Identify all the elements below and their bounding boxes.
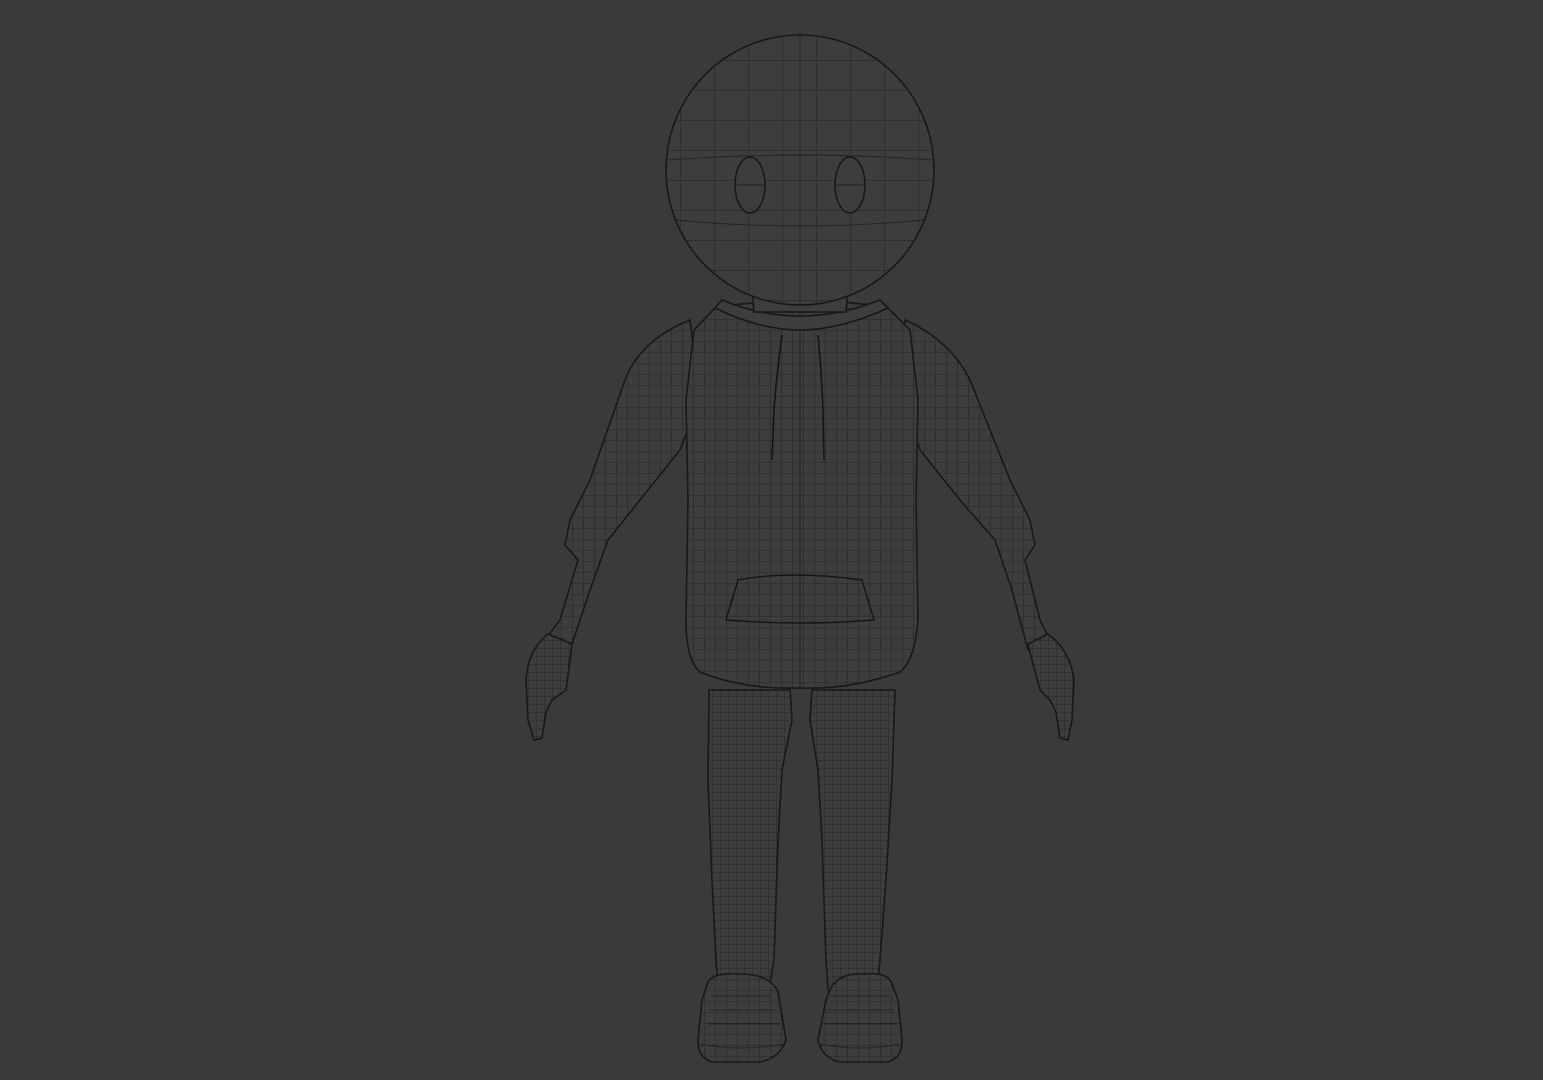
- right-arm: [904, 318, 1052, 652]
- left-arm: [543, 318, 701, 652]
- left-hand: [525, 633, 573, 741]
- left-sneaker: [697, 972, 787, 1063]
- left-eye: [734, 156, 766, 214]
- right-hand: [1027, 633, 1075, 741]
- 3d-viewport[interactable]: [0, 0, 1543, 1080]
- hoodie: [685, 300, 919, 689]
- head: [665, 34, 935, 306]
- viewport-canvas[interactable]: [0, 0, 1543, 1080]
- right-eye: [834, 156, 866, 214]
- character-model[interactable]: [525, 34, 1075, 1063]
